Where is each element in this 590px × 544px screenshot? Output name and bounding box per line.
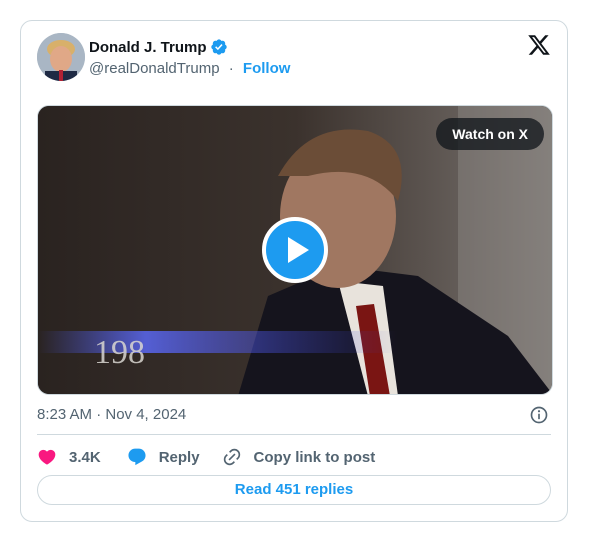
info-icon[interactable]: [529, 405, 549, 425]
avatar-photo: [37, 33, 85, 81]
video-overlay-year: 198: [94, 334, 145, 371]
author-name-row: Donald J. Trump: [89, 38, 228, 56]
divider: [37, 434, 551, 435]
reply-label: Reply: [158, 448, 200, 466]
embedded-post-card: Donald J. Trump @realDonaldTrump · Follo…: [20, 20, 568, 522]
verified-badge-icon: [210, 39, 227, 55]
play-icon[interactable]: [262, 217, 328, 283]
reply-bubble-icon: [128, 448, 146, 466]
author-avatar[interactable]: [37, 33, 85, 81]
reply-button[interactable]: Reply: [127, 447, 200, 467]
watch-on-x-button[interactable]: Watch on X: [436, 118, 544, 150]
follow-button[interactable]: Follow: [243, 60, 291, 77]
post-timestamp[interactable]: 8:23 AM · Nov 4, 2024: [37, 406, 186, 423]
author-handle[interactable]: @realDonaldTrump: [89, 60, 220, 77]
post-actions: 3.4K Reply Copy link to post: [37, 443, 375, 471]
handle-separator: ·: [228, 60, 234, 77]
link-icon: [223, 448, 240, 466]
read-replies-button[interactable]: Read 451 replies: [37, 475, 551, 505]
video-player[interactable]: 198 Watch on X: [37, 105, 553, 395]
copy-link-label: Copy link to post: [253, 448, 376, 466]
copy-link-button[interactable]: Copy link to post: [222, 447, 376, 467]
author-name[interactable]: Donald J. Trump: [89, 39, 207, 56]
like-count: 3.4K: [69, 448, 101, 466]
like-button[interactable]: 3.4K: [37, 447, 101, 467]
author-handle-row: @realDonaldTrump · Follow: [89, 60, 290, 77]
heart-icon: [38, 449, 56, 465]
x-logo-icon[interactable]: [527, 33, 551, 57]
